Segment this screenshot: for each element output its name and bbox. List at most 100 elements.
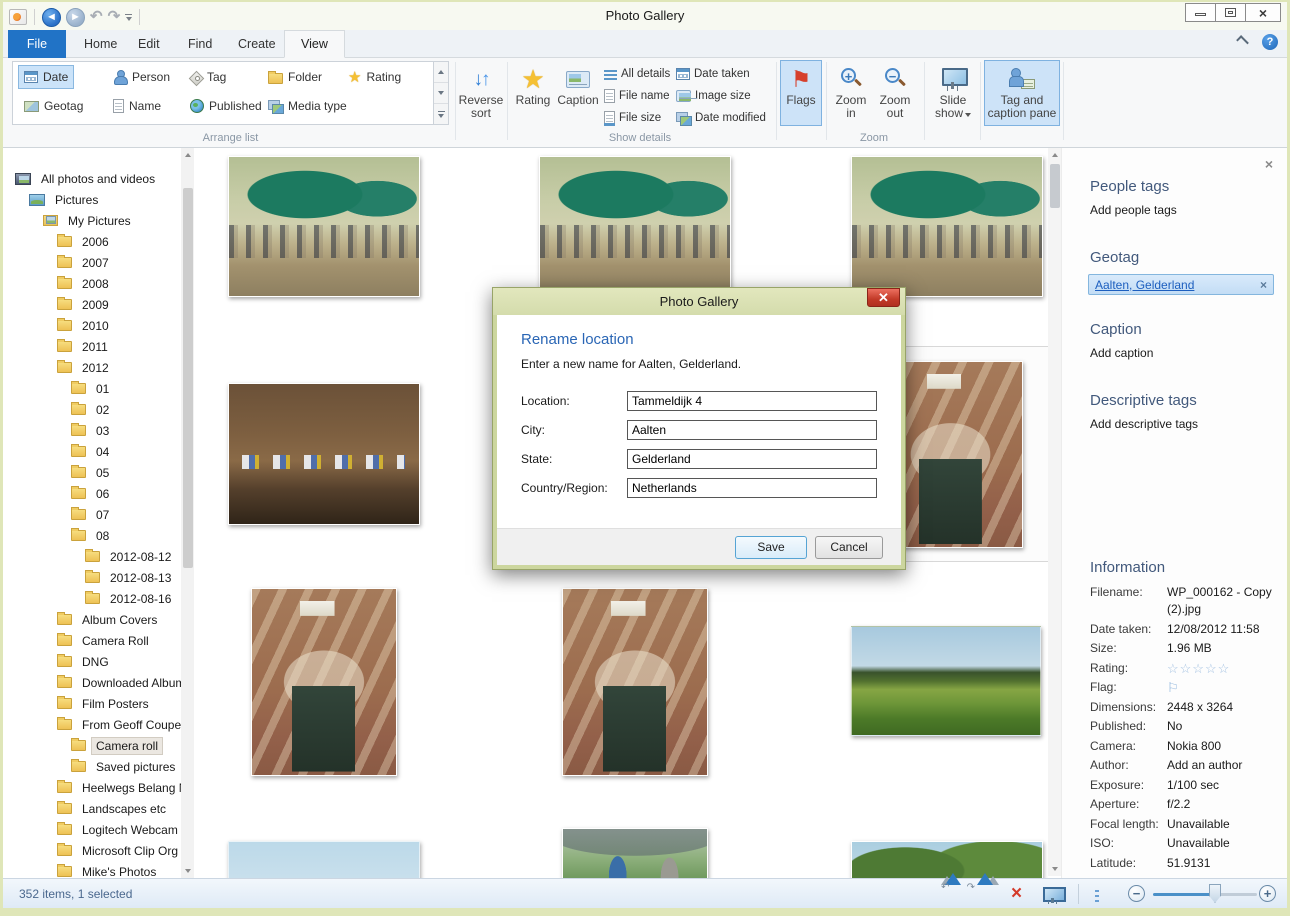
date-taken-button[interactable]: Date taken [676, 64, 750, 84]
tab-file[interactable]: File [8, 30, 66, 58]
zoom-slider-track[interactable] [1153, 893, 1215, 896]
delete-button[interactable]: × [1011, 885, 1022, 903]
scroll-up-icon[interactable] [181, 148, 194, 162]
arrange-tag-button[interactable]: Tag [184, 65, 232, 89]
tree-item[interactable]: 2012-08-16 [3, 588, 181, 609]
add-people-tags-link[interactable]: Add people tags [1090, 203, 1279, 217]
tree-item[interactable]: From Geoff Coupe [3, 714, 181, 735]
arrange-person-button[interactable]: Person [107, 65, 176, 89]
tree-item[interactable]: 2006 [3, 231, 181, 252]
customize-toolbar-button[interactable] [125, 14, 132, 21]
tree-scrollbar[interactable] [181, 148, 194, 878]
scroll-down-icon[interactable] [1048, 862, 1061, 876]
arrange-published-button[interactable]: Published [184, 94, 268, 118]
zoom-slider-plus-button[interactable]: + [1259, 885, 1276, 902]
tree-item[interactable]: 2012 [3, 357, 181, 378]
file-name-button[interactable]: File name [604, 86, 670, 106]
arrange-geotag-button[interactable]: Geotag [18, 94, 89, 118]
tree-item[interactable]: My Pictures [3, 210, 181, 231]
photo-thumbnail[interactable] [851, 626, 1041, 736]
arrange-rating-button[interactable]: ★ Rating [342, 65, 407, 89]
scroll-up-icon[interactable] [1048, 148, 1061, 162]
tree-item[interactable]: 04 [3, 441, 181, 462]
tree-item[interactable]: Film Posters [3, 693, 181, 714]
zoom-slider-track[interactable] [1215, 893, 1257, 896]
arrange-date-button[interactable]: Date [18, 65, 74, 89]
geotag-chip[interactable]: Aalten, Gelderland × [1088, 274, 1274, 295]
zoom-in-button[interactable]: + Zoom in [830, 60, 872, 126]
location-field[interactable] [627, 391, 877, 411]
zoom-slider-minus-button[interactable]: − [1128, 885, 1145, 902]
tree-item[interactable]: 2012-08-13 [3, 567, 181, 588]
flags-button[interactable]: ⚑ Flags [780, 60, 822, 126]
tree-item[interactable]: All photos and videos [3, 168, 181, 189]
tab-create[interactable]: Create [222, 30, 292, 58]
tree-item[interactable]: Album Covers [3, 609, 181, 630]
cancel-button[interactable]: Cancel [815, 536, 883, 559]
tree-item[interactable]: 08 [3, 525, 181, 546]
image-size-button[interactable]: Image size [676, 86, 751, 106]
remove-geotag-icon[interactable]: × [1260, 278, 1267, 292]
rating-details-button[interactable]: ★ Rating [511, 60, 555, 126]
redo-button[interactable]: ↷ [108, 10, 121, 24]
tree-item[interactable]: Saved pictures [3, 756, 181, 777]
dialog-close-button[interactable]: ✕ [867, 288, 900, 307]
pane-close-icon[interactable]: × [1265, 156, 1273, 172]
gallery-scroll-down-button[interactable] [434, 83, 448, 104]
minimize-button[interactable] [1185, 3, 1216, 22]
tree-item[interactable]: Downloaded Albums [3, 672, 181, 693]
scroll-down-icon[interactable] [181, 864, 194, 878]
tree-item[interactable]: Heelwegs Belang N [3, 777, 181, 798]
photos-scrollbar[interactable] [1048, 148, 1061, 876]
gallery-more-button[interactable] [434, 104, 448, 124]
file-size-button[interactable]: File size [604, 108, 661, 128]
help-icon[interactable]: ? [1262, 34, 1278, 50]
tab-view[interactable]: View [284, 30, 345, 58]
tag-and-caption-pane-button[interactable]: Tag and caption pane [984, 60, 1060, 126]
photo-thumbnail[interactable] [228, 156, 420, 297]
photo-thumbnail[interactable] [228, 383, 420, 525]
arrange-folder-button[interactable]: Folder [262, 65, 328, 89]
maximize-button[interactable] [1215, 3, 1246, 22]
tree-item[interactable]: 06 [3, 483, 181, 504]
photo-thumbnail[interactable] [251, 588, 397, 776]
zoom-slider-thumb[interactable] [1209, 884, 1221, 903]
app-icon[interactable] [9, 9, 27, 25]
tree-item[interactable]: Camera Roll [3, 630, 181, 651]
add-descriptive-tags-link[interactable]: Add descriptive tags [1090, 417, 1279, 431]
save-button[interactable]: Save [735, 536, 807, 559]
tree-item[interactable]: Pictures [3, 189, 181, 210]
close-button[interactable]: × [1245, 3, 1281, 22]
tree-item[interactable]: 07 [3, 504, 181, 525]
info-value-link[interactable]: Add an author [1167, 757, 1279, 774]
tree-item[interactable]: 2008 [3, 273, 181, 294]
tree-item[interactable]: Microsoft Clip Org [3, 840, 181, 861]
geotag-value-link[interactable]: Aalten, Gelderland [1095, 278, 1260, 292]
tab-edit[interactable]: Edit [122, 30, 176, 58]
gallery-scroll-up-button[interactable] [434, 62, 448, 83]
arrange-name-button[interactable]: Name [107, 94, 167, 118]
tree-item[interactable]: 01 [3, 378, 181, 399]
scrollbar-thumb[interactable] [1050, 164, 1060, 208]
tree-item[interactable]: 2012-08-12 [3, 546, 181, 567]
tree-item[interactable]: Landscapes etc [3, 798, 181, 819]
photo-thumbnail[interactable] [562, 588, 708, 776]
caption-details-button[interactable]: Caption [554, 60, 602, 126]
tree-item[interactable]: Mike's Photos [3, 861, 181, 878]
back-button[interactable]: ◄ [42, 8, 61, 27]
arrange-media-type-button[interactable]: Media type [262, 94, 353, 118]
state-field[interactable] [627, 449, 877, 469]
photo-thumbnail[interactable] [228, 841, 420, 878]
scrollbar-thumb[interactable] [183, 188, 193, 568]
tree-item[interactable]: DNG [3, 651, 181, 672]
photo-thumbnail[interactable] [539, 156, 731, 297]
zoom-out-button[interactable]: − Zoom out [874, 60, 916, 126]
country-field[interactable] [627, 478, 877, 498]
tree-item[interactable]: 02 [3, 399, 181, 420]
tree-item[interactable]: 2009 [3, 294, 181, 315]
tree-item[interactable]: Camera roll [3, 735, 181, 756]
tree-item[interactable]: Logitech Webcam [3, 819, 181, 840]
tab-find[interactable]: Find [172, 30, 228, 58]
tree-item[interactable]: 03 [3, 420, 181, 441]
tree-item[interactable]: 05 [3, 462, 181, 483]
